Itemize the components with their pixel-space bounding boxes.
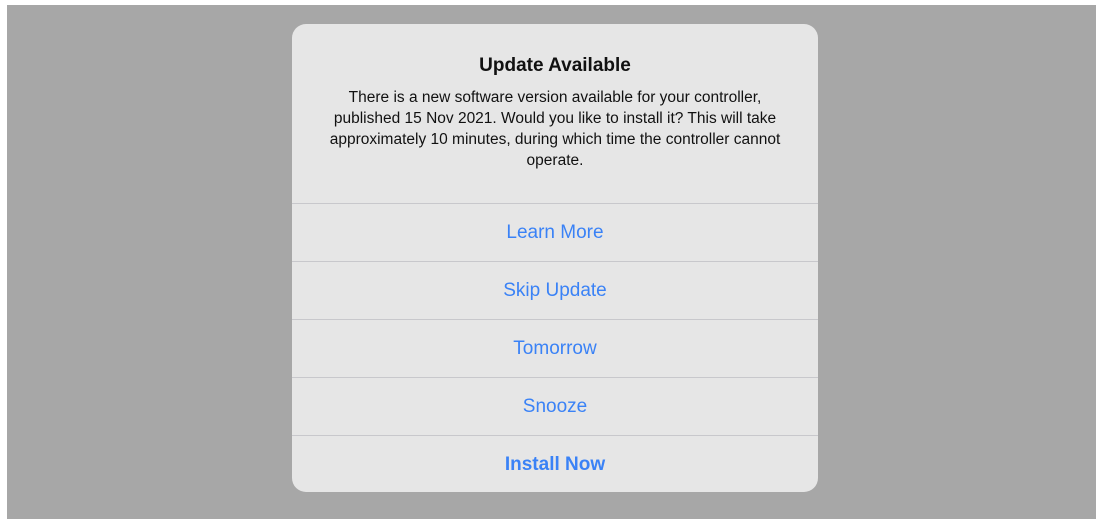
learn-more-button[interactable]: Learn More	[292, 203, 818, 261]
alert-message: There is a new software version availabl…	[329, 89, 781, 169]
install-now-button[interactable]: Install Now	[292, 435, 818, 492]
tomorrow-button[interactable]: Tomorrow	[292, 319, 818, 377]
skip-update-button[interactable]: Skip Update	[292, 261, 818, 319]
snooze-button[interactable]: Snooze	[292, 377, 818, 435]
alert-header: Update Available There is a new software…	[292, 24, 818, 203]
update-alert-dialog: Update Available There is a new software…	[292, 24, 818, 492]
alert-title: Update Available	[479, 55, 631, 76]
